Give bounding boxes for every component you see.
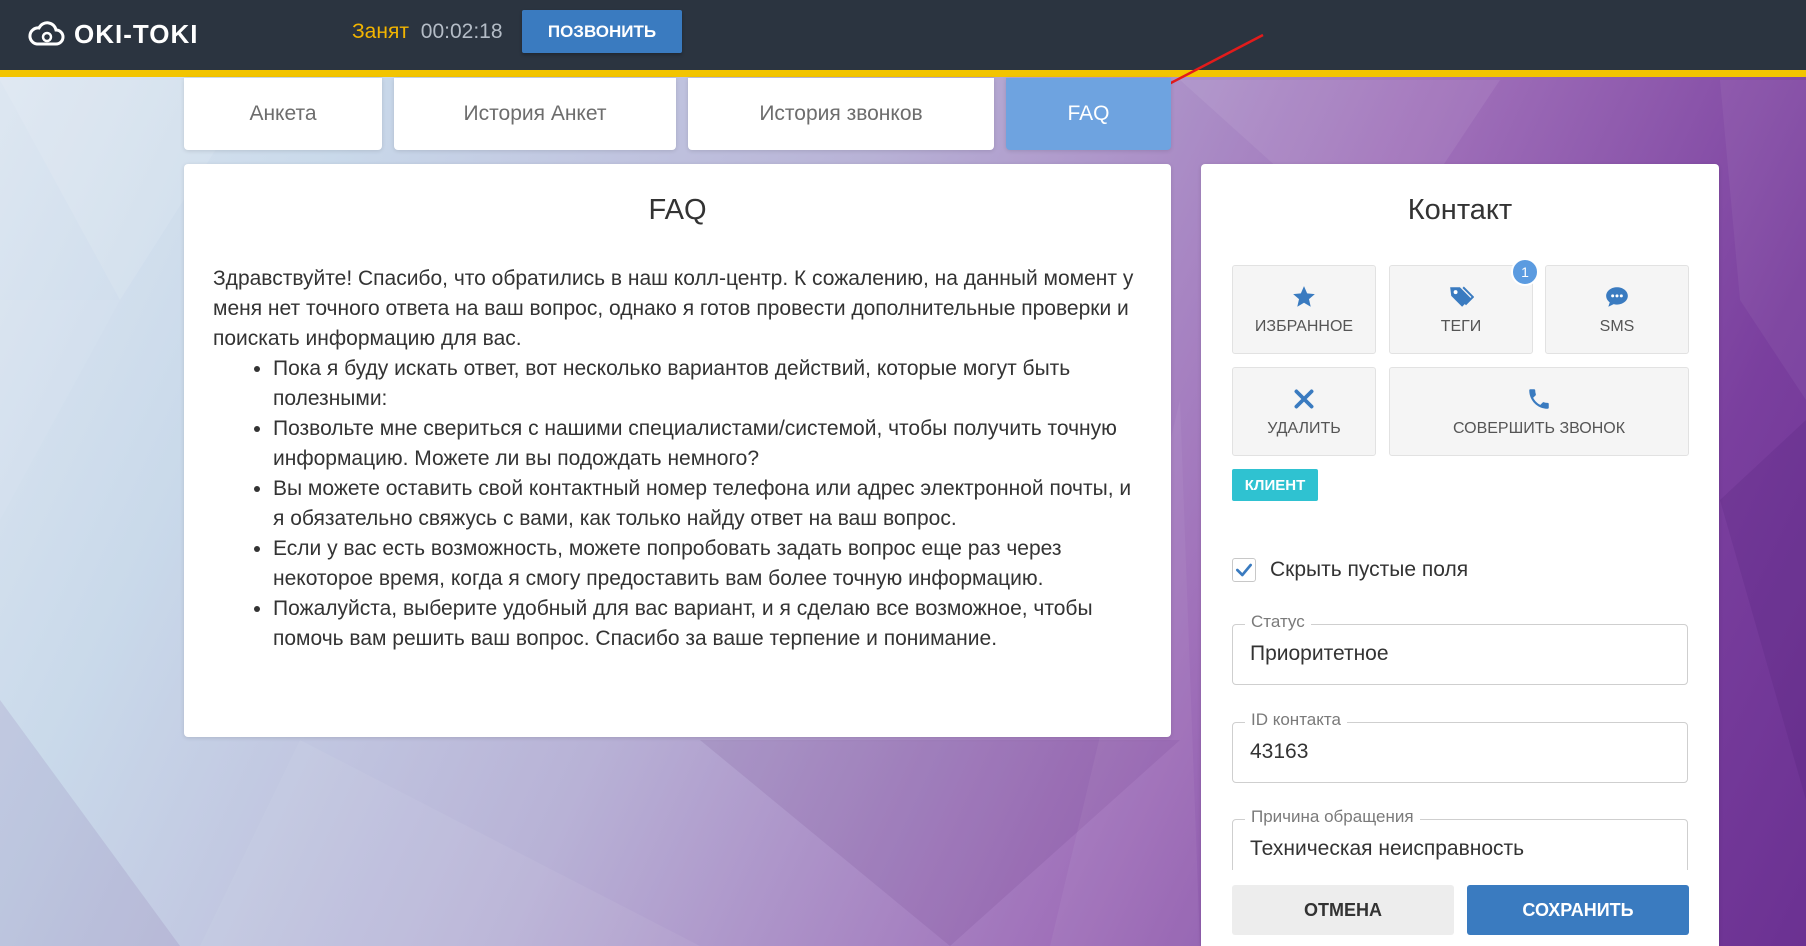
cancel-button[interactable]: ОТМЕНА <box>1232 885 1454 935</box>
favorite-button[interactable]: ИЗБРАННОЕ <box>1232 265 1376 354</box>
faq-intro: Здравствуйте! Спасибо, что обратились в … <box>213 267 1134 350</box>
tab-anketa[interactable]: Анкета <box>184 78 382 150</box>
call-button[interactable]: ПОЗВОНИТЬ <box>522 10 682 53</box>
star-icon <box>1293 285 1315 307</box>
hide-empty-label: Скрыть пустые поля <box>1270 558 1469 581</box>
close-icon <box>1294 389 1314 408</box>
status-label: Занят <box>352 20 409 43</box>
tab-label: Анкета <box>249 102 317 125</box>
tab-anketa-history[interactable]: История Анкет <box>394 78 676 150</box>
field-label: Статус <box>1245 612 1311 632</box>
tab-label: История Анкет <box>463 102 607 125</box>
favorite-label: ИЗБРАННОЕ <box>1254 317 1354 335</box>
make-call-label: СОВЕРШИТЬ ЗВОНОК <box>1452 419 1626 437</box>
top-bar <box>0 0 1806 70</box>
cloud-logo-icon <box>28 21 65 46</box>
faq-list-item: Пока я буду искать ответ, вот несколько … <box>273 354 1143 414</box>
make-call-button[interactable]: СОВЕРШИТЬ ЗВОНОК <box>1389 367 1689 456</box>
field-label: Причина обращения <box>1245 807 1420 827</box>
sms-button[interactable]: SMS <box>1545 265 1689 354</box>
faq-body: Здравствуйте! Спасибо, что обратились в … <box>213 264 1143 654</box>
field-value: Приоритетное <box>1250 642 1389 665</box>
chat-bubble-icon <box>1606 286 1628 307</box>
faq-list-item: Позвольте мне свериться с нашими специал… <box>273 414 1143 474</box>
contact-id-field[interactable]: ID контакта 43163 <box>1232 710 1688 783</box>
logo-text: OKI-TOKI <box>74 18 199 49</box>
tab-label: FAQ <box>1067 102 1110 125</box>
hide-empty-checkbox[interactable] <box>1232 558 1256 582</box>
logo[interactable]: OKI-TOKI <box>28 18 199 50</box>
faq-list-item: Если у вас есть возможность, можете попр… <box>273 534 1143 594</box>
faq-list-item: Вы можете оставить свой контактный номер… <box>273 474 1143 534</box>
field-label: ID контакта <box>1245 710 1347 730</box>
sms-label: SMS <box>1599 317 1635 335</box>
field-value: 43163 <box>1250 740 1309 763</box>
tab-label: История звонков <box>759 102 923 125</box>
tags-label: ТЕГИ <box>1440 317 1482 335</box>
save-button[interactable]: СОХРАНИТЬ <box>1467 885 1689 935</box>
tags-button[interactable]: ТЕГИ <box>1389 265 1533 354</box>
faq-list: Пока я буду искать ответ, вот несколько … <box>273 354 1143 654</box>
hide-empty-fields-toggle[interactable]: Скрыть пустые поля <box>1232 558 1468 582</box>
phone-icon <box>1529 388 1549 409</box>
status-field[interactable]: Статус Приоритетное <box>1232 612 1688 685</box>
tags-count-badge: 1 <box>1511 258 1539 286</box>
tab-faq[interactable]: FAQ <box>1006 78 1171 150</box>
faq-panel: FAQ Здравствуйте! Спасибо, что обратилис… <box>184 164 1171 737</box>
faq-list-item: Пожалуйста, выберите удобный для вас вар… <box>273 594 1143 654</box>
status-timer: 00:02:18 <box>420 20 503 43</box>
top-bar-accent-stripe <box>0 70 1806 77</box>
agent-status: Занят 00:02:18 <box>352 20 503 44</box>
faq-title: FAQ <box>648 194 707 226</box>
delete-button[interactable]: УДАЛИТЬ <box>1232 367 1376 456</box>
tab-call-history[interactable]: История звонков <box>688 78 994 150</box>
contact-title: Контакт <box>1407 194 1513 226</box>
checkmark-icon <box>1236 563 1252 577</box>
field-value: Техническая неисправность <box>1250 837 1525 860</box>
client-tag[interactable]: КЛИЕНТ <box>1232 469 1318 501</box>
tag-icon <box>1450 286 1474 307</box>
delete-label: УДАЛИТЬ <box>1267 419 1341 437</box>
